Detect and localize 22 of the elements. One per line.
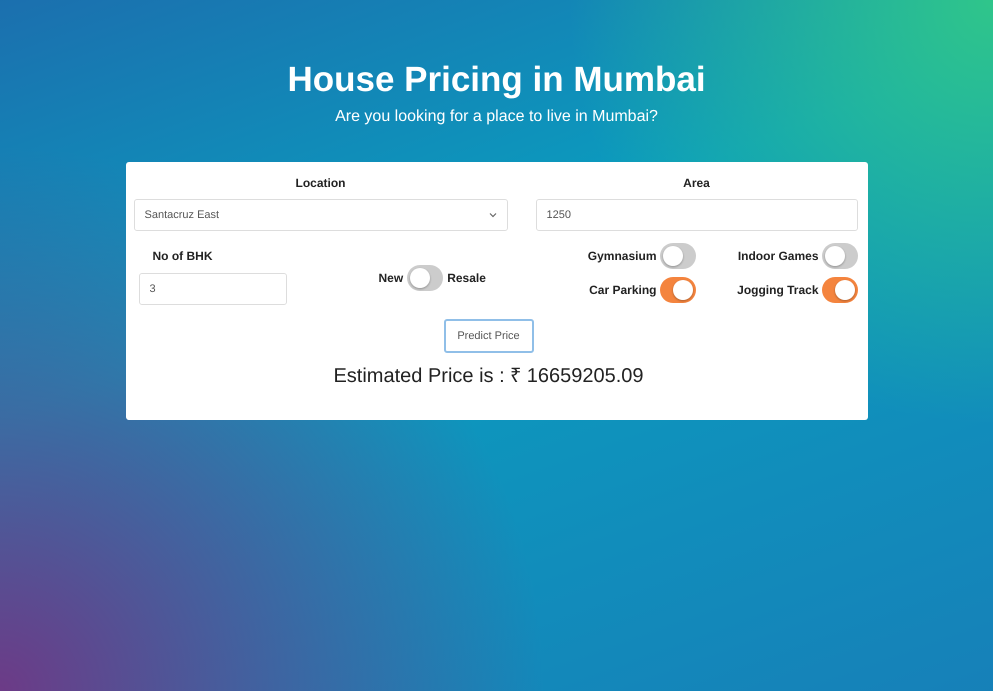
amenity-toggle[interactable] xyxy=(822,277,858,303)
resale-label: Resale xyxy=(447,271,486,285)
amenity-label: Indoor Games xyxy=(738,249,818,263)
chevron-down-icon xyxy=(488,212,496,218)
listing-type-toggle[interactable] xyxy=(407,265,444,291)
location-label: Location xyxy=(296,176,346,190)
predict-price-button[interactable]: Predict Price xyxy=(444,319,534,353)
amenity-toggle[interactable] xyxy=(660,277,696,303)
amenity-label: Car Parking xyxy=(589,283,656,297)
bhk-input[interactable]: 3 xyxy=(138,273,286,305)
area-label: Area xyxy=(683,176,710,190)
location-select[interactable]: Santacruz East xyxy=(134,199,508,231)
amenity-toggle[interactable] xyxy=(822,243,858,269)
area-input[interactable]: 1250 xyxy=(536,199,858,231)
amenity-label: Jogging Track xyxy=(737,283,818,297)
amenity-label: Gymnasium xyxy=(588,249,656,263)
new-label: New xyxy=(378,271,404,285)
page-title: House Pricing in Mumbai xyxy=(287,60,706,100)
amenity-toggle[interactable] xyxy=(660,243,696,269)
bhk-label: No of BHK xyxy=(152,249,214,263)
page-subtitle: Are you looking for a place to live in Mumbai? xyxy=(335,108,658,126)
estimated-price: Estimated Price is : ₹ 16659205.09 xyxy=(333,364,644,388)
